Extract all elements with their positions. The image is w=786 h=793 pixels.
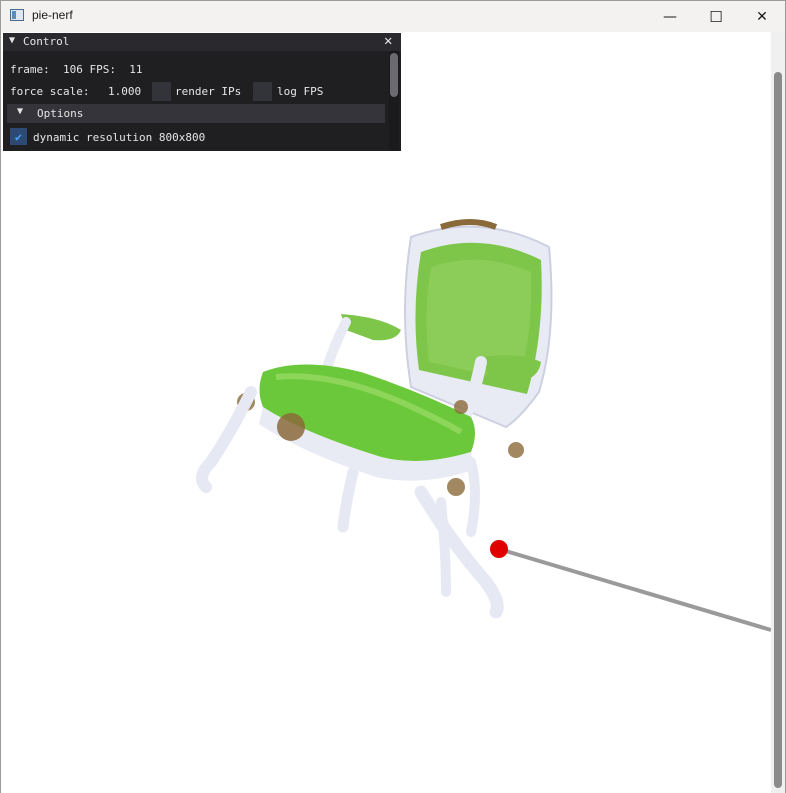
close-icon[interactable]: ✕ <box>384 33 392 49</box>
frame-stats: frame: 106 FPS: 11 <box>10 63 143 76</box>
force-scale-stepper[interactable] <box>152 82 171 101</box>
panel-scroll-thumb[interactable] <box>390 53 398 97</box>
title-bar[interactable]: pie-nerf — ☐ ✕ <box>1 1 785 32</box>
dynamic-resolution-label: dynamic resolution 800x800 <box>33 131 206 144</box>
log-fps-checkbox[interactable] <box>253 82 272 101</box>
window-title: pie-nerf <box>32 8 73 22</box>
force-scale-input[interactable]: 1.000 <box>108 85 141 98</box>
options-arrow-icon[interactable]: ▼ <box>17 106 23 117</box>
app-icon <box>10 9 24 21</box>
log-fps-label: log FPS <box>277 85 324 98</box>
options-title: Options <box>37 107 84 120</box>
control-panel-header[interactable]: ▼ Control ✕ <box>3 33 401 51</box>
force-scale-label: force scale: <box>10 85 90 98</box>
render-ips-label: render IPs <box>175 85 242 98</box>
drag-point[interactable] <box>490 540 508 558</box>
control-panel-title: Control <box>23 35 70 48</box>
close-button[interactable]: ✕ <box>739 1 785 32</box>
control-panel: ▼ Control ✕ frame: 106 FPS: 11 force sca… <box>3 33 401 151</box>
viewport-scroll-thumb[interactable] <box>774 72 782 788</box>
options-section-header[interactable]: ▼ Options <box>7 104 385 123</box>
viewport-scrollbar[interactable] <box>771 32 785 793</box>
maximize-button[interactable]: ☐ <box>693 1 739 32</box>
dynamic-resolution-checkbox[interactable]: ✔ <box>10 128 27 145</box>
minimize-button[interactable]: — <box>647 1 693 32</box>
checkmark-icon: ✔ <box>14 129 23 144</box>
panel-scrollbar[interactable] <box>389 51 399 151</box>
force-line <box>498 547 772 632</box>
app-window: pie-nerf — ☐ ✕ ▼ Control ✕ frame: 106 FP… <box>0 0 786 793</box>
collapse-arrow-icon[interactable]: ▼ <box>9 35 15 46</box>
